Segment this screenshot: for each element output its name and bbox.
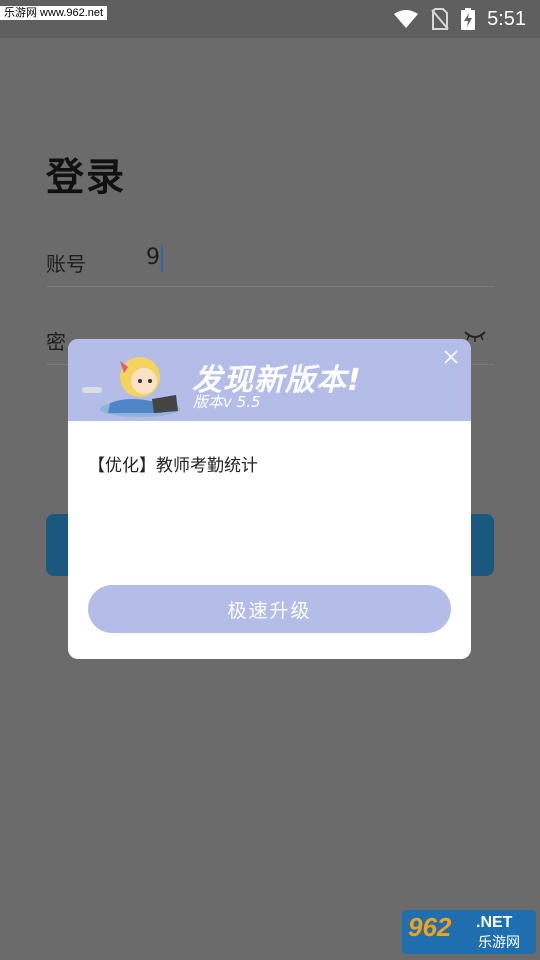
logo-number: 962: [408, 912, 452, 942]
close-icon[interactable]: [443, 349, 459, 365]
dialog-header: 发现新版本! 版本v 5.5: [68, 339, 471, 421]
update-notes: 【优化】教师考勤统计: [88, 456, 258, 476]
dialog-version: 版本v 5.5: [193, 393, 261, 411]
girl-laptop-illustration-icon: [82, 357, 180, 417]
logo-suffix: .NET: [476, 914, 513, 931]
logo-chinese: 乐游网: [478, 935, 520, 951]
update-dialog: 发现新版本! 版本v 5.5 【优化】教师考勤统计 极速升级: [68, 339, 471, 659]
site-logo: 962 .NET 乐游网: [402, 910, 536, 954]
upgrade-button[interactable]: 极速升级: [88, 585, 451, 633]
